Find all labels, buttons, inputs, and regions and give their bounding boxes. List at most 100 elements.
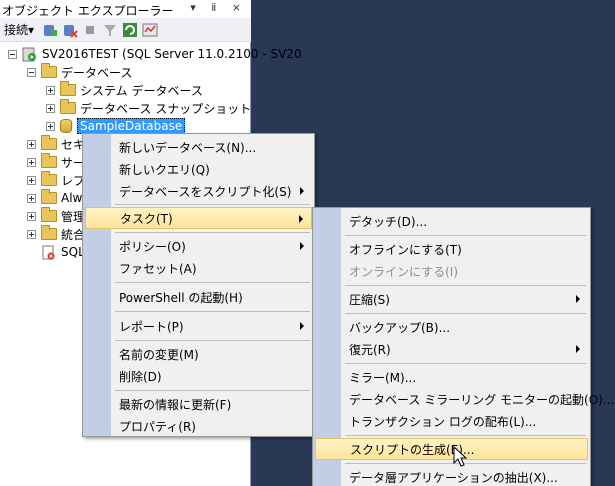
menu-item-backup[interactable]: バックアップ(B)...	[315, 316, 588, 338]
tree-item-databases[interactable]: データベース	[27, 63, 132, 81]
menu-separator	[115, 390, 310, 391]
menu-item-new-database[interactable]: 新しいデータベース(N)...	[85, 136, 312, 158]
tree-item-snapshots[interactable]: データベース スナップショット	[46, 99, 251, 117]
menu-item-properties[interactable]: プロパティ(R)	[85, 415, 312, 437]
menu-item-label: 新しいデータベース(N)...	[119, 140, 257, 155]
connect-db-icon[interactable]	[42, 22, 58, 38]
menu-separator	[115, 311, 310, 312]
tree-item-sql-agent[interactable]: SQL	[41, 243, 85, 261]
submenu-arrow-icon	[300, 242, 304, 250]
submenu-arrow-icon	[300, 187, 304, 195]
menu-item-tasks[interactable]: タスク(T)	[85, 207, 312, 229]
menu-item-rename[interactable]: 名前の変更(M)	[85, 343, 312, 365]
filter-icon[interactable]	[102, 22, 118, 38]
menu-item-mirroring-monitor[interactable]: データベース ミラーリング モニターの起動(O)...	[315, 388, 614, 410]
submenu-arrow-icon	[299, 215, 303, 223]
menu-item-label: オンラインにする(I)	[349, 264, 459, 279]
mouse-cursor-icon	[453, 445, 469, 468]
databases-label: データベース	[61, 65, 133, 80]
menu-item-delete[interactable]: 削除(D)	[85, 365, 312, 387]
sql-agent-icon	[41, 245, 56, 260]
menu-item-refresh[interactable]: 最新の情報に更新(F)	[85, 393, 312, 415]
database-context-menu: 新しいデータベース(N)... 新しいクエリ(Q) データベースをスクリプト化(…	[82, 133, 315, 437]
tree-item-security[interactable]: セキ	[27, 135, 85, 153]
menu-item-label: デタッチ(D)...	[349, 214, 428, 229]
menu-separator	[345, 435, 586, 436]
expand-icon[interactable]	[46, 103, 55, 113]
menu-item-label: データベースをスクリプト化(S)	[119, 184, 292, 199]
submenu-arrow-icon	[576, 345, 580, 353]
connect-button[interactable]: 接続▾	[4, 21, 34, 38]
stop-icon[interactable]	[82, 22, 98, 38]
menu-item-label: プロパティ(R)	[119, 419, 196, 434]
expand-icon[interactable]	[27, 175, 36, 185]
tree-item-integration[interactable]: 統合	[27, 225, 85, 243]
menu-item-label: 圧縮(S)	[349, 292, 390, 307]
menu-item-label: ファセット(A)	[119, 261, 197, 276]
folder-icon	[41, 189, 57, 204]
menu-separator	[345, 363, 586, 364]
folder-icon	[60, 99, 76, 114]
menu-separator	[115, 204, 310, 205]
folder-icon	[41, 171, 57, 186]
object-explorer-toolbar: 接続▾	[0, 18, 251, 42]
menu-item-label: 名前の変更(M)	[119, 347, 199, 362]
menu-item-extract-data-tier[interactable]: データ層アプリケーションの抽出(X)...	[315, 466, 588, 486]
menu-item-generate-scripts[interactable]: スクリプトの生成(E)...	[315, 438, 588, 460]
tree-item-alwayson[interactable]: Alwa	[27, 189, 90, 207]
submenu-arrow-icon	[300, 322, 304, 330]
menu-item-label: データ層アプリケーションの抽出(X)...	[349, 470, 558, 485]
menu-item-take-offline[interactable]: オフラインにする(T)	[315, 238, 588, 260]
expand-icon[interactable]	[27, 211, 36, 221]
menu-item-label: ミラー(M)...	[349, 370, 417, 385]
menu-item-policies[interactable]: ポリシー(O)	[85, 235, 312, 257]
tree-item-system-databases[interactable]: システム データベース	[46, 81, 203, 99]
tree-item-server[interactable]: SV2016TEST (SQL Server 11.0.2100 - SV20	[8, 45, 302, 63]
menu-item-script-database[interactable]: データベースをスクリプト化(S)	[85, 180, 312, 202]
panel-title-buttons[interactable]: ▾ ⅱ ×	[190, 1, 247, 14]
menu-item-detach[interactable]: デタッチ(D)...	[315, 210, 588, 232]
menu-item-label: レポート(P)	[119, 319, 184, 334]
menu-item-restore[interactable]: 復元(R)	[315, 338, 588, 360]
expand-icon[interactable]	[27, 157, 36, 167]
menu-separator	[115, 282, 310, 283]
menu-item-label: 最新の情報に更新(F)	[119, 397, 232, 412]
menu-item-label: 新しいクエリ(Q)	[119, 162, 210, 177]
tree-item-management[interactable]: 管理	[27, 207, 85, 225]
menu-item-new-query[interactable]: 新しいクエリ(Q)	[85, 158, 312, 180]
expand-icon[interactable]	[46, 85, 55, 95]
database-icon	[60, 119, 72, 133]
menu-item-powershell[interactable]: PowerShell の起動(H)	[85, 286, 312, 308]
menu-item-label: PowerShell の起動(H)	[119, 290, 243, 305]
tree-item-server-objects[interactable]: サー	[27, 153, 85, 171]
expand-icon[interactable]	[46, 121, 55, 131]
menu-item-shrink[interactable]: 圧縮(S)	[315, 288, 588, 310]
menu-separator	[115, 232, 310, 233]
panel-titlebar: オブジェクト エクスプローラー ▾ ⅱ ×	[0, 0, 251, 18]
menu-separator	[345, 285, 586, 286]
menu-separator	[115, 340, 310, 341]
tasks-submenu: デタッチ(D)... オフラインにする(T) オンラインにする(I) 圧縮(S)…	[312, 207, 614, 486]
folder-icon	[60, 81, 76, 96]
menu-item-mirror[interactable]: ミラー(M)...	[315, 366, 588, 388]
menu-separator	[345, 313, 586, 314]
folder-icon	[41, 63, 57, 78]
folder-icon	[41, 207, 57, 222]
expand-icon[interactable]	[27, 229, 36, 239]
sample-database-label[interactable]: SampleDatabase	[77, 118, 186, 134]
collapse-icon[interactable]	[8, 49, 17, 59]
menu-item-facets[interactable]: ファセット(A)	[85, 257, 312, 279]
refresh-icon[interactable]	[122, 22, 138, 38]
menu-separator	[345, 235, 586, 236]
expand-icon[interactable]	[27, 193, 36, 203]
server-label: SV2016TEST (SQL Server 11.0.2100 - SV20	[42, 47, 302, 61]
expand-icon[interactable]	[27, 139, 36, 149]
collapse-icon[interactable]	[27, 67, 36, 77]
panel-title: オブジェクト エクスプローラー	[2, 4, 174, 18]
menu-item-label: オフラインにする(T)	[349, 242, 462, 257]
menu-item-log-shipping[interactable]: トランザクション ログの配布(L)...	[315, 410, 588, 432]
disconnect-icon[interactable]	[62, 22, 78, 38]
activity-monitor-icon[interactable]	[142, 22, 158, 38]
menu-item-reports[interactable]: レポート(P)	[85, 315, 312, 337]
tree-item-replication[interactable]: レプ	[27, 171, 85, 189]
